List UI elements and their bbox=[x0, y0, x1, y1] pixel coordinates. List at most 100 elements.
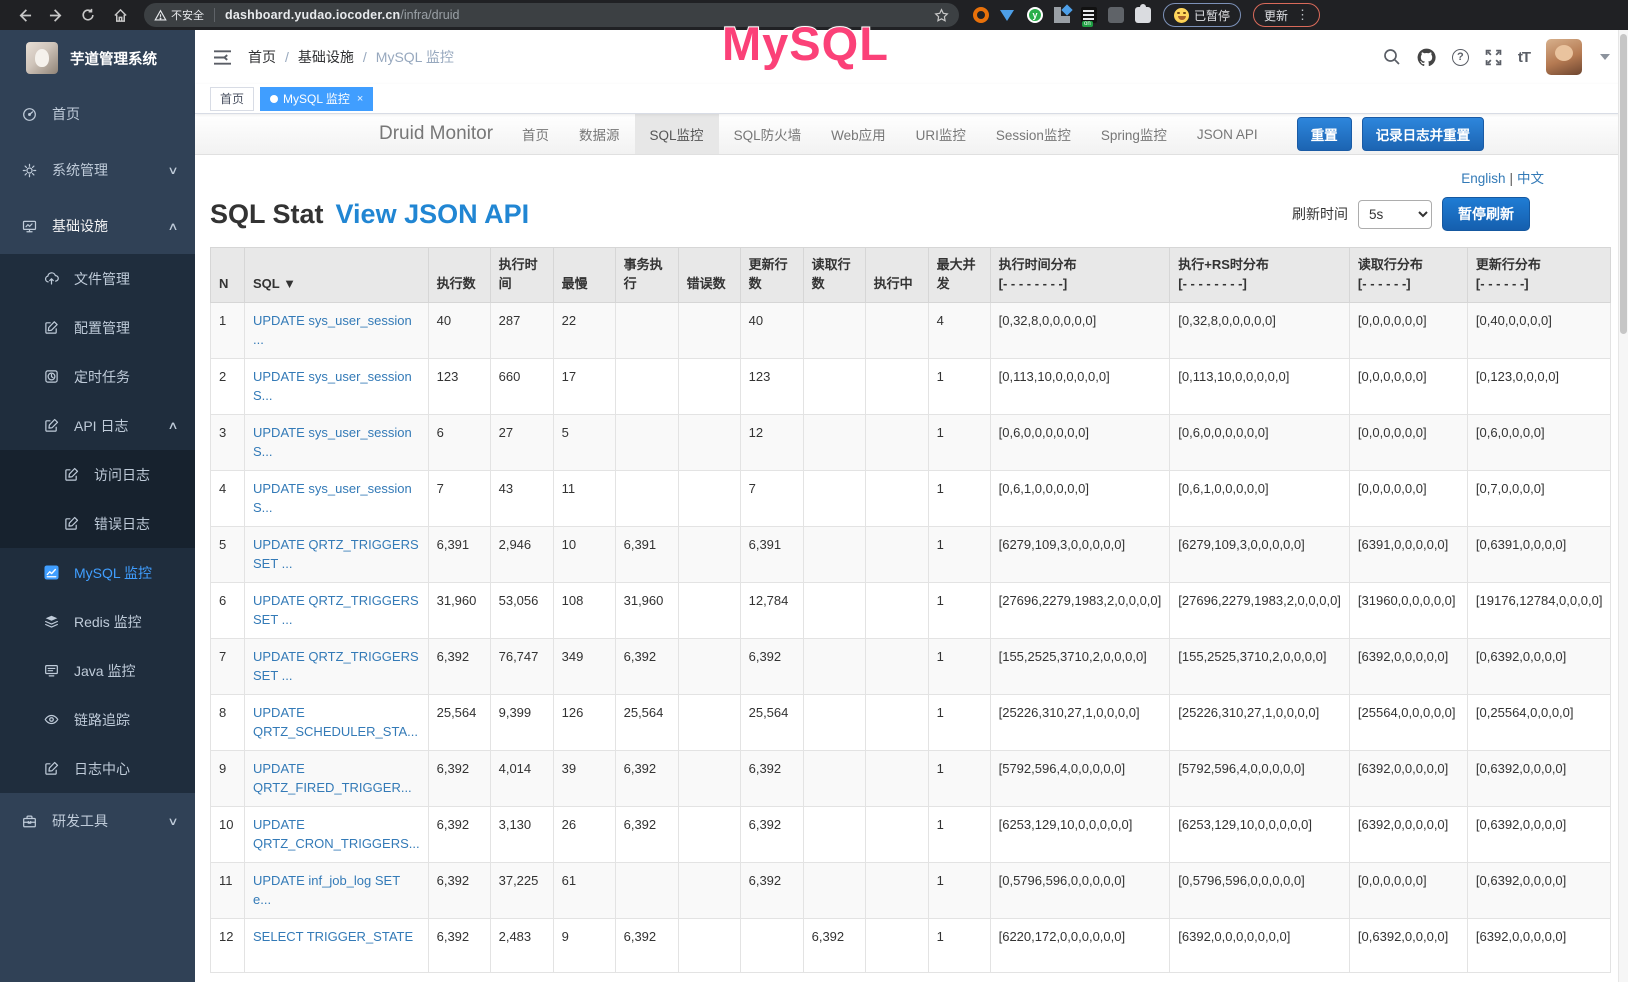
tab-首页[interactable]: 首页 bbox=[210, 87, 254, 111]
github-icon[interactable] bbox=[1417, 48, 1436, 67]
cell: 287 bbox=[490, 302, 553, 358]
sql-cell: UPDATE sys_user_session S... bbox=[245, 414, 429, 470]
back-icon[interactable] bbox=[11, 2, 37, 28]
chrome-menu-icon[interactable]: ⋮ bbox=[1296, 7, 1309, 23]
log-icon bbox=[44, 761, 60, 776]
cell bbox=[678, 358, 740, 414]
sidebar-item-访问日志[interactable]: 访问日志 bbox=[0, 450, 195, 499]
sql-link[interactable]: UPDATE sys_user_session S... bbox=[253, 369, 412, 404]
druid-nav-uri监控[interactable]: URI监控 bbox=[901, 114, 981, 154]
sql-link[interactable]: UPDATE QRTZ_TRIGGERS SET ... bbox=[253, 537, 419, 572]
font-size-icon[interactable]: tT bbox=[1518, 49, 1530, 66]
cell: 6,392 bbox=[615, 638, 678, 694]
app-logo-row[interactable]: 芋道管理系统 bbox=[0, 30, 195, 86]
sidebar-item-定时任务[interactable]: 定时任务 bbox=[0, 352, 195, 401]
search-icon[interactable] bbox=[1383, 48, 1401, 66]
home-icon[interactable] bbox=[107, 2, 133, 28]
sidebar-item-文件管理[interactable]: 文件管理 bbox=[0, 254, 195, 303]
sql-link[interactable]: UPDATE sys_user_session S... bbox=[253, 425, 412, 460]
druid-nav-web应用[interactable]: Web应用 bbox=[816, 114, 901, 154]
druid-nav-session监控[interactable]: Session监控 bbox=[981, 114, 1086, 154]
druid-brand[interactable]: Druid Monitor bbox=[365, 114, 507, 154]
extension-donut-icon[interactable] bbox=[973, 7, 989, 23]
monitor-icon bbox=[22, 219, 38, 234]
view-json-api-link[interactable]: View JSON API bbox=[336, 199, 530, 230]
sql-link[interactable]: UPDATE inf_job_log SET e... bbox=[253, 873, 400, 908]
sql-link[interactable]: UPDATE QRTZ_TRIGGERS SET ... bbox=[253, 593, 419, 628]
sql-link[interactable]: SELECT TRIGGER_STATE bbox=[253, 929, 413, 944]
sql-link[interactable]: UPDATE QRTZ_SCHEDULER_STA... bbox=[253, 705, 418, 740]
sidebar-item-错误日志[interactable]: 错误日志 bbox=[0, 499, 195, 548]
user-menu-caret-icon[interactable] bbox=[1600, 54, 1610, 60]
extension-list-icon[interactable]: on bbox=[1081, 7, 1097, 23]
druid-nav-spring监控[interactable]: Spring监控 bbox=[1086, 114, 1182, 154]
lang-english-link[interactable]: English bbox=[1461, 171, 1505, 186]
sidebar-toggle-icon[interactable] bbox=[213, 49, 232, 66]
column-header-1[interactable]: SQL ▼ bbox=[245, 248, 429, 303]
sql-link[interactable]: UPDATE sys_user_session ... bbox=[253, 313, 412, 348]
profile-paused-chip[interactable]: 已暂停 bbox=[1163, 3, 1241, 27]
sidebar-item-首页[interactable]: 首页 bbox=[0, 86, 195, 142]
druid-nav-sql监控[interactable]: SQL监控 bbox=[635, 114, 719, 154]
extension-gem-icon[interactable] bbox=[1000, 7, 1016, 23]
reset-button[interactable]: 重置 bbox=[1297, 117, 1352, 151]
pause-refresh-button[interactable]: 暂停刷新 bbox=[1442, 197, 1530, 231]
sidebar-item-api-日志[interactable]: API 日志∧ bbox=[0, 401, 195, 450]
sidebar-item-配置管理[interactable]: 配置管理 bbox=[0, 303, 195, 352]
fullscreen-icon[interactable] bbox=[1485, 49, 1502, 66]
refresh-interval-label: 刷新时间 bbox=[1292, 204, 1348, 224]
extensions-puzzle-icon[interactable] bbox=[1135, 7, 1151, 23]
table-row: 8UPDATE QRTZ_SCHEDULER_STA...25,5649,399… bbox=[211, 694, 1611, 750]
chrome-update-button[interactable]: 更新 ⋮ bbox=[1253, 3, 1320, 27]
sidebar-item-基础设施[interactable]: 基础设施∧ bbox=[0, 198, 195, 254]
user-avatar[interactable] bbox=[1546, 39, 1582, 75]
lang-chinese-link[interactable]: 中文 bbox=[1517, 171, 1544, 186]
extension-y-icon[interactable]: y bbox=[1027, 7, 1043, 23]
extension-misc-icon[interactable] bbox=[1108, 7, 1124, 23]
sidebar-item-日志中心[interactable]: 日志中心 bbox=[0, 744, 195, 793]
sql-link[interactable]: UPDATE sys_user_session S... bbox=[253, 481, 412, 516]
cell: [5792,596,4,0,0,0,0,0] bbox=[990, 750, 1170, 806]
refresh-interval-select[interactable]: 5s bbox=[1358, 200, 1432, 229]
extension-blocks-icon[interactable] bbox=[1054, 7, 1070, 23]
sql-link[interactable]: UPDATE QRTZ_CRON_TRIGGERS... bbox=[253, 817, 420, 852]
reload-icon[interactable] bbox=[75, 2, 101, 28]
forward-icon[interactable] bbox=[43, 2, 69, 28]
tab-close-icon[interactable]: × bbox=[357, 93, 363, 105]
cell: [0,7,0,0,0,0] bbox=[1467, 470, 1611, 526]
sidebar-item-mysql-监控[interactable]: MySQL 监控 bbox=[0, 548, 195, 597]
scrollbar-thumb[interactable] bbox=[1620, 34, 1627, 334]
cell: [0,123,0,0,0,0] bbox=[1467, 358, 1611, 414]
druid-nav-sql防火墙[interactable]: SQL防火墙 bbox=[719, 114, 817, 154]
tab-mysql-监控[interactable]: MySQL 监控× bbox=[260, 87, 373, 111]
sidebar-item-系统管理[interactable]: 系统管理∨ bbox=[0, 142, 195, 198]
sql-link[interactable]: UPDATE QRTZ_TRIGGERS SET ... bbox=[253, 649, 419, 684]
cell bbox=[740, 918, 803, 972]
bookmark-star-icon[interactable] bbox=[934, 8, 949, 23]
help-icon[interactable]: ? bbox=[1452, 49, 1469, 66]
sidebar-item-redis-监控[interactable]: Redis 监控 bbox=[0, 597, 195, 646]
cell: 9,399 bbox=[490, 694, 553, 750]
cell: [0,5796,596,0,0,0,0,0] bbox=[1170, 862, 1350, 918]
sidebar-item-java-监控[interactable]: Java 监控 bbox=[0, 646, 195, 695]
sql-link[interactable]: UPDATE QRTZ_FIRED_TRIGGER... bbox=[253, 761, 412, 796]
sidebar-item-label: 基础设施 bbox=[52, 216, 108, 236]
cell bbox=[865, 470, 928, 526]
sql-cell: UPDATE QRTZ_TRIGGERS SET ... bbox=[245, 582, 429, 638]
table-row: 3UPDATE sys_user_session S...6275121[0,6… bbox=[211, 414, 1611, 470]
page-scrollbar[interactable] bbox=[1618, 30, 1628, 982]
druid-nav-数据源[interactable]: 数据源 bbox=[564, 114, 635, 154]
cell: 26 bbox=[553, 806, 615, 862]
sidebar-item-链路追踪[interactable]: 链路追踪 bbox=[0, 695, 195, 744]
sidebar-item-研发工具[interactable]: 研发工具∨ bbox=[0, 793, 195, 849]
log-and-reset-button[interactable]: 记录日志并重置 bbox=[1362, 117, 1485, 151]
security-warning[interactable]: 不安全 bbox=[154, 7, 204, 23]
breadcrumb-infra[interactable]: 基础设施 bbox=[298, 47, 354, 67]
breadcrumb-home[interactable]: 首页 bbox=[248, 47, 276, 67]
cell: [0,6,1,0,0,0,0,0] bbox=[990, 470, 1170, 526]
druid-nav-json-api[interactable]: JSON API bbox=[1182, 114, 1273, 154]
cell bbox=[615, 302, 678, 358]
cell: 8 bbox=[211, 694, 245, 750]
druid-nav-首页[interactable]: 首页 bbox=[507, 114, 564, 154]
paused-label: 已暂停 bbox=[1194, 7, 1230, 24]
